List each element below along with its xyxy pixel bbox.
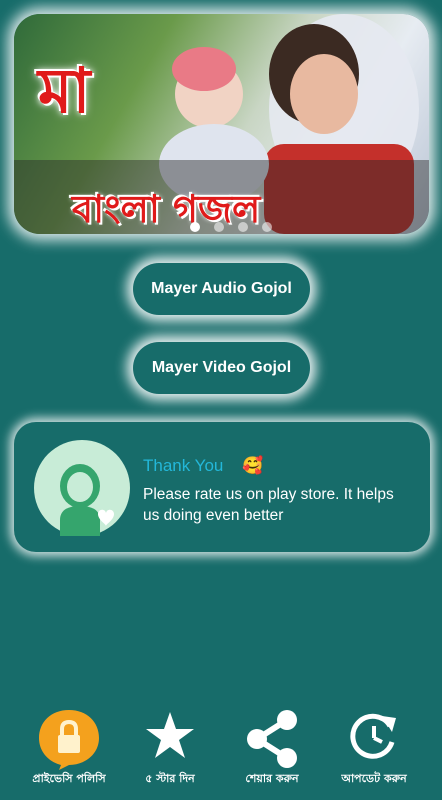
rate-us-card[interactable]: Thank You 🥰 Please rate us on play store… xyxy=(14,422,430,552)
banner-slider[interactable]: মা বাংলা গজল xyxy=(14,14,429,234)
audio-gojol-button[interactable]: Mayer Audio Gojol xyxy=(133,263,310,315)
nav-privacy-label: প্রাইভেসি পলিসি xyxy=(32,772,106,785)
slider-dot-4[interactable] xyxy=(262,222,272,232)
share-icon xyxy=(247,710,297,768)
nav-update[interactable]: আপডেট করুন xyxy=(324,706,424,800)
slider-dot-3[interactable] xyxy=(238,222,248,232)
lock-icon xyxy=(39,710,99,770)
nav-privacy-policy[interactable]: প্রাইভেসি পলিসি xyxy=(19,706,119,800)
woman-heart-icon xyxy=(60,464,114,536)
card-message: Please rate us on play store. It helps u… xyxy=(143,486,394,524)
slider-indicator xyxy=(190,222,272,232)
banner-title-ma: মা xyxy=(38,54,91,127)
bottom-nav: প্রাইভেসি পলিসি ৫ স্টার দিন শেয়ার করুন … xyxy=(0,706,442,800)
video-gojol-button[interactable]: Mayer Video Gojol xyxy=(133,342,310,394)
slider-dot-1[interactable] xyxy=(190,222,200,232)
card-title: Thank You xyxy=(143,456,224,475)
nav-five-star-label: ৫ স্টার দিন xyxy=(145,772,195,785)
smiling-hearts-emoji-icon: 🥰 xyxy=(242,456,264,476)
avatar xyxy=(34,440,130,536)
nav-five-star[interactable]: ৫ স্টার দিন xyxy=(120,706,220,800)
nav-share[interactable]: শেয়ার করুন xyxy=(222,706,322,800)
update-icon xyxy=(350,713,396,759)
slider-dot-2[interactable] xyxy=(214,222,224,232)
nav-update-label: আপডেট করুন xyxy=(341,772,407,785)
nav-share-label: শেয়ার করুন xyxy=(245,772,299,785)
star-icon xyxy=(146,712,194,758)
